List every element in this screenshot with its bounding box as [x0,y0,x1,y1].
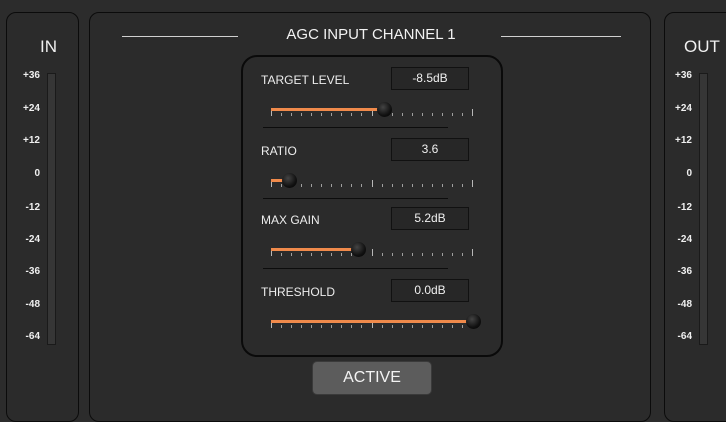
param-label: MAX GAIN [261,213,320,227]
max-gain-slider[interactable] [271,240,473,260]
active-button[interactable]: ACTIVE [312,361,432,395]
scale-label: +24 [675,103,692,114]
ratio-slider[interactable] [271,171,473,191]
scale-label: -36 [25,266,40,277]
scale-label: 0 [34,168,40,179]
panel-title: AGC INPUT CHANNEL 1 [286,26,456,43]
scale-label: -24 [25,234,40,245]
scale-label: -24 [677,234,692,245]
param-label: RATIO [261,144,297,158]
slider-thumb[interactable] [377,102,392,117]
output-meter-panel: OUT +36 +24 +12 0 -12 -24 -36 -48 -64 [664,12,726,422]
input-meter-panel: IN +36 +24 +12 0 -12 -24 -36 -48 -64 [6,12,79,422]
output-level-meter [699,73,708,345]
max-gain-field[interactable]: 5.2dB [391,207,469,230]
agc-channel-panel: AGC INPUT CHANNEL 1 TARGET LEVEL -8.5dB … [89,12,651,422]
scale-label: -64 [25,331,40,342]
param-threshold: THRESHOLD 0.0dB [261,279,481,339]
param-label: THRESHOLD [261,285,336,299]
scale-label: +36 [23,70,40,81]
scale-label: -48 [677,299,692,310]
slider-thumb[interactable] [282,173,297,188]
param-max-gain: MAX GAIN 5.2dB [261,207,481,267]
threshold-slider[interactable] [271,312,481,332]
output-meter-title: OUT [684,37,720,56]
slider-fill [271,108,384,111]
scale-label: -12 [25,202,40,213]
slider-fill [271,320,473,323]
input-level-meter [47,73,56,345]
scale-label: -12 [677,202,692,213]
target-level-field[interactable]: -8.5dB [391,67,469,90]
scale-label: +36 [675,70,692,81]
scale-label: +12 [675,135,692,146]
slider-thumb[interactable] [466,314,481,329]
threshold-field[interactable]: 0.0dB [391,279,469,302]
scale-label: -64 [677,331,692,342]
slider-thumb[interactable] [351,242,366,257]
slider-ticks [271,179,473,187]
divider [263,198,448,199]
divider [263,127,448,128]
title-divider-right [501,36,621,37]
target-level-slider[interactable] [271,100,473,120]
input-meter-title: IN [40,37,57,56]
agc-controls-box: TARGET LEVEL -8.5dB RATIO 3.6 MAX GAIN 5… [241,55,503,357]
scale-label: 0 [686,168,692,179]
param-label: TARGET LEVEL [261,73,350,87]
param-target-level: TARGET LEVEL -8.5dB [261,67,481,127]
ratio-field[interactable]: 3.6 [391,138,469,161]
scale-label: +12 [23,135,40,146]
slider-fill [271,248,358,251]
divider [263,268,448,269]
scale-label: -36 [677,266,692,277]
scale-label: -48 [25,299,40,310]
param-ratio: RATIO 3.6 [261,138,481,198]
scale-label: +24 [23,103,40,114]
